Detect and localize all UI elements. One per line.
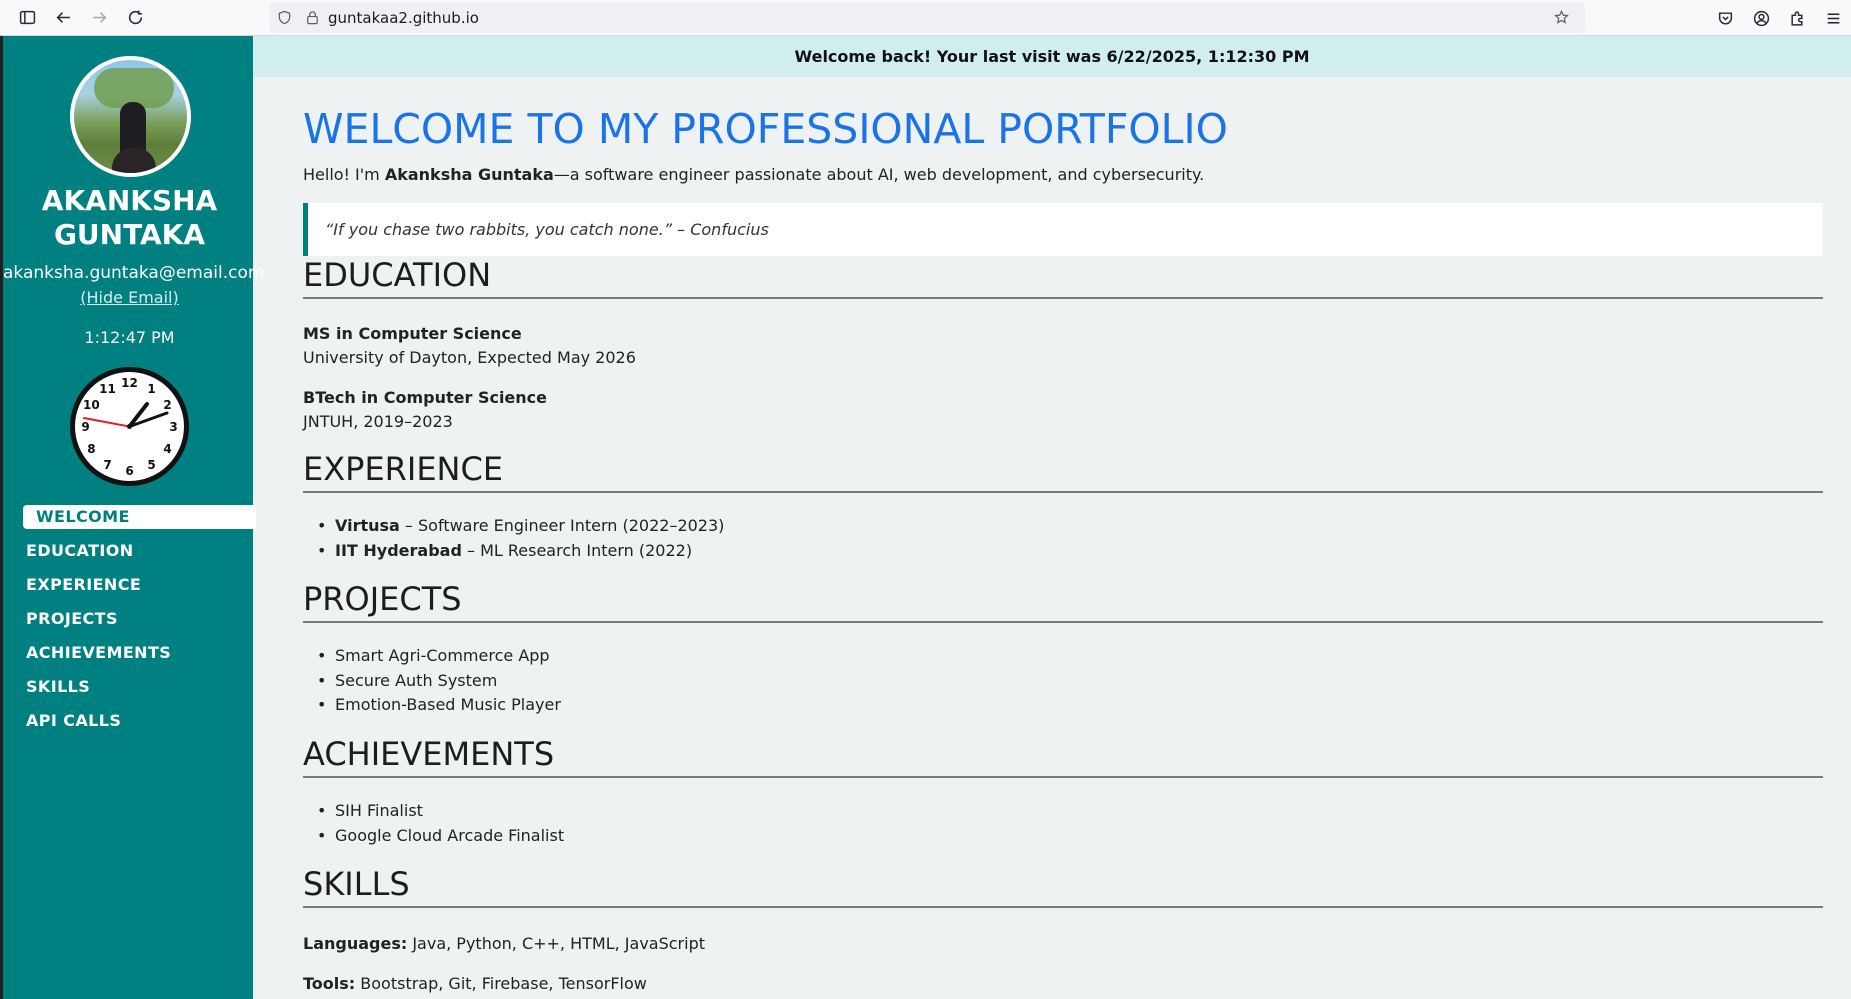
skills-languages-label: Languages: bbox=[303, 934, 408, 953]
experience-org: Virtusa bbox=[335, 516, 400, 535]
list-item: IIT Hyderabad – ML Research Intern (2022… bbox=[317, 539, 724, 564]
sidebar-nav: WELCOME EDUCATION EXPERIENCE PROJECTS AC… bbox=[23, 505, 256, 743]
experience-list: Virtusa – Software Engineer Intern (2022… bbox=[317, 514, 724, 563]
skills-tools-label: Tools: bbox=[303, 974, 356, 993]
welcome-back-banner: Welcome back! Your last visit was 6/22/2… bbox=[253, 36, 1851, 77]
address-bar[interactable]: guntakaa2.github.io bbox=[270, 2, 1585, 33]
intro-prefix: Hello! I'm bbox=[303, 165, 385, 184]
skills-tools-value: Bootstrap, Git, Firebase, TensorFlow bbox=[355, 974, 647, 993]
list-item: Virtusa – Software Engineer Intern (2022… bbox=[317, 514, 724, 539]
clock-numeral: 6 bbox=[125, 464, 133, 478]
intro-text: Hello! I'm Akanksha Guntaka—a software e… bbox=[303, 165, 1204, 184]
education-detail: JNTUH, 2019–2023 bbox=[303, 412, 453, 431]
education-heading: EDUCATION bbox=[303, 256, 1823, 299]
intro-suffix: —a software engineer passionate about AI… bbox=[553, 165, 1205, 184]
skills-languages: Languages: Java, Python, C++, HTML, Java… bbox=[303, 934, 705, 953]
browser-toolbar: guntakaa2.github.io bbox=[0, 0, 1851, 36]
achievements-list: SIH Finalist Google Cloud Arcade Finalis… bbox=[317, 799, 564, 848]
shield-icon[interactable] bbox=[270, 2, 298, 33]
avatar bbox=[70, 56, 191, 177]
projects-heading: PROJECTS bbox=[303, 580, 1823, 623]
extensions-icon[interactable] bbox=[1779, 0, 1815, 36]
nav-item-welcome[interactable]: WELCOME bbox=[23, 505, 256, 529]
bookmark-star-icon[interactable] bbox=[1547, 2, 1575, 33]
nav-item-skills[interactable]: SKILLS bbox=[23, 675, 256, 699]
nav-item-achievements[interactable]: ACHIEVEMENTS bbox=[23, 641, 256, 665]
profile-name: AKANKSHA GUNTAKA bbox=[41, 184, 218, 251]
nav-item-experience[interactable]: EXPERIENCE bbox=[23, 573, 256, 597]
projects-list: Smart Agri-Commerce App Secure Auth Syst… bbox=[317, 644, 561, 718]
experience-org: IIT Hyderabad bbox=[335, 540, 462, 560]
lock-icon[interactable] bbox=[298, 2, 326, 33]
skills-tools: Tools: Bootstrap, Git, Firebase, TensorF… bbox=[303, 974, 647, 993]
clock-numeral: 4 bbox=[163, 442, 171, 456]
list-item: Emotion-Based Music Player bbox=[317, 693, 561, 718]
nav-item-api-calls[interactable]: API CALLS bbox=[23, 709, 256, 733]
nav-item-education[interactable]: EDUCATION bbox=[23, 539, 256, 563]
clock-numeral: 8 bbox=[87, 442, 95, 456]
clock-numeral: 12 bbox=[121, 376, 138, 390]
achievements-heading: ACHIEVEMENTS bbox=[303, 735, 1823, 778]
list-item: Secure Auth System bbox=[317, 669, 561, 694]
skills-languages-value: Java, Python, C++, HTML, JavaScript bbox=[407, 934, 705, 953]
page-title: WELCOME TO MY PROFESSIONAL PORTFOLIO bbox=[303, 105, 1228, 153]
account-icon[interactable] bbox=[1743, 0, 1779, 36]
experience-heading: EXPERIENCE bbox=[303, 450, 1823, 493]
clock-center bbox=[127, 424, 132, 429]
forward-icon[interactable] bbox=[81, 0, 117, 36]
url-text[interactable]: guntakaa2.github.io bbox=[328, 9, 479, 27]
menu-icon[interactable] bbox=[1815, 0, 1851, 36]
clock-numeral: 10 bbox=[83, 398, 100, 412]
quote-block: “If you chase two rabbits, you catch non… bbox=[303, 203, 1823, 256]
list-item: Smart Agri-Commerce App bbox=[317, 644, 561, 669]
analog-clock: 12 12 3 45678 9 10 11 bbox=[70, 367, 189, 486]
clock-numeral: 9 bbox=[81, 420, 89, 434]
hide-email-link[interactable]: (Hide Email) bbox=[3, 288, 256, 307]
clock-numeral: 7 bbox=[103, 458, 111, 472]
back-icon[interactable] bbox=[45, 0, 81, 36]
list-item: Google Cloud Arcade Finalist bbox=[317, 824, 564, 849]
clock-numeral: 2 bbox=[163, 398, 171, 412]
sidebar-toggle-icon[interactable] bbox=[9, 0, 45, 36]
education-degree: BTech in Computer Science bbox=[303, 388, 548, 407]
clock-numeral: 3 bbox=[169, 420, 177, 434]
digital-clock-time: 1:12:47 PM bbox=[84, 328, 175, 347]
list-item: SIH Finalist bbox=[317, 799, 564, 824]
intro-name: Akanksha Guntaka bbox=[384, 165, 554, 184]
education-degree: MS in Computer Science bbox=[303, 324, 522, 343]
pocket-icon[interactable] bbox=[1707, 0, 1743, 36]
clock-numeral: 1 bbox=[147, 382, 155, 396]
profile-email: akanksha.guntaka@email.com bbox=[3, 263, 265, 283]
reload-icon[interactable] bbox=[117, 0, 153, 36]
clock-numeral: 5 bbox=[147, 458, 155, 472]
clock-numeral: 11 bbox=[99, 382, 116, 396]
experience-role: – ML Research Intern (2022) bbox=[461, 540, 693, 560]
sidebar: AKANKSHA GUNTAKA akanksha.guntaka@email.… bbox=[0, 36, 265, 999]
nav-item-projects[interactable]: PROJECTS bbox=[23, 607, 256, 631]
education-detail: University of Dayton, Expected May 2026 bbox=[303, 348, 636, 367]
skills-heading: SKILLS bbox=[303, 865, 1823, 908]
experience-role: – Software Engineer Intern (2022–2023) bbox=[399, 516, 725, 535]
